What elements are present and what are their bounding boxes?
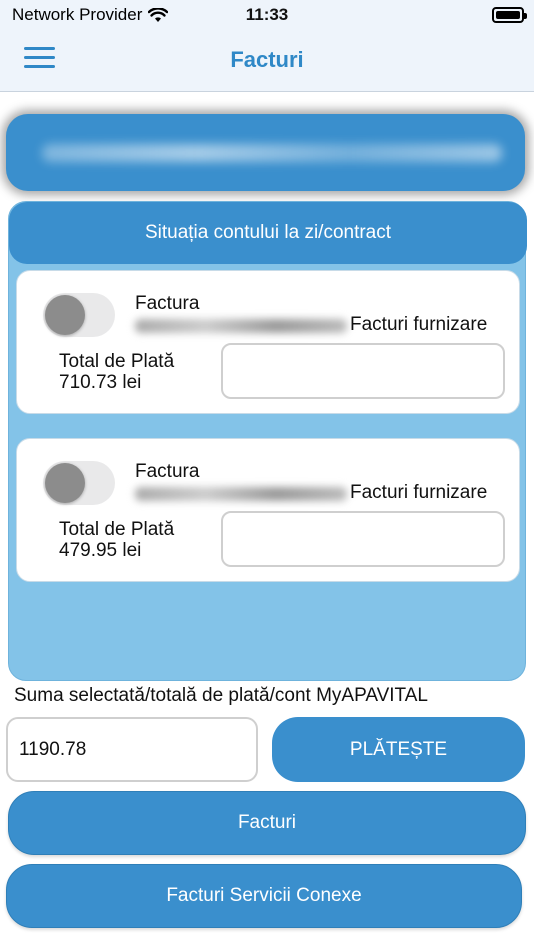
invoice-select-toggle[interactable] (43, 293, 115, 337)
invoice-card: Factura Facturi furnizare Total de Plată… (16, 438, 520, 582)
invoice-number-blurred (135, 319, 347, 333)
page-title: Facturi (230, 47, 304, 72)
sum-label: Suma selectată/totală de plată/cont MyAP… (14, 685, 428, 706)
account-situation-header[interactable]: Situația contului la zi/contract (9, 202, 527, 264)
toggle-knob (45, 463, 85, 503)
invoice-amount-input[interactable] (221, 511, 505, 567)
invoice-total-value: 479.95 lei (59, 540, 142, 561)
invoice-card: Factura Facturi furnizare Total de Plată… (16, 270, 520, 414)
contract-blurred-text (42, 144, 502, 162)
account-situation-panel: Situația contului la zi/contract Factura… (8, 201, 527, 681)
invoice-select-toggle[interactable] (43, 461, 115, 505)
related-services-invoices-button[interactable]: Facturi Servicii Conexe (6, 864, 522, 928)
toggle-knob (45, 295, 85, 335)
nav-bar: Facturi (0, 30, 534, 92)
invoice-title: Factura (135, 293, 200, 314)
invoice-amount-input[interactable] (221, 343, 505, 399)
contract-selector[interactable] (6, 114, 525, 191)
status-time: 11:33 (245, 5, 289, 24)
invoice-total-label: Total de Plată (59, 519, 175, 540)
invoice-number-blurred (135, 487, 347, 501)
invoices-button[interactable]: Facturi (8, 791, 526, 855)
invoice-type: Facturi furnizare (350, 482, 488, 503)
status-bar: Network Provider 11:33 (0, 0, 534, 30)
sum-total-input[interactable] (6, 717, 258, 782)
invoice-total-value: 710.73 lei (59, 372, 142, 393)
invoice-total-label: Total de Plată (59, 351, 175, 372)
pay-button[interactable]: PLĂTEȘTE (272, 717, 525, 782)
invoice-title: Factura (135, 461, 200, 482)
invoice-type: Facturi furnizare (350, 314, 488, 335)
battery-icon (492, 7, 527, 23)
